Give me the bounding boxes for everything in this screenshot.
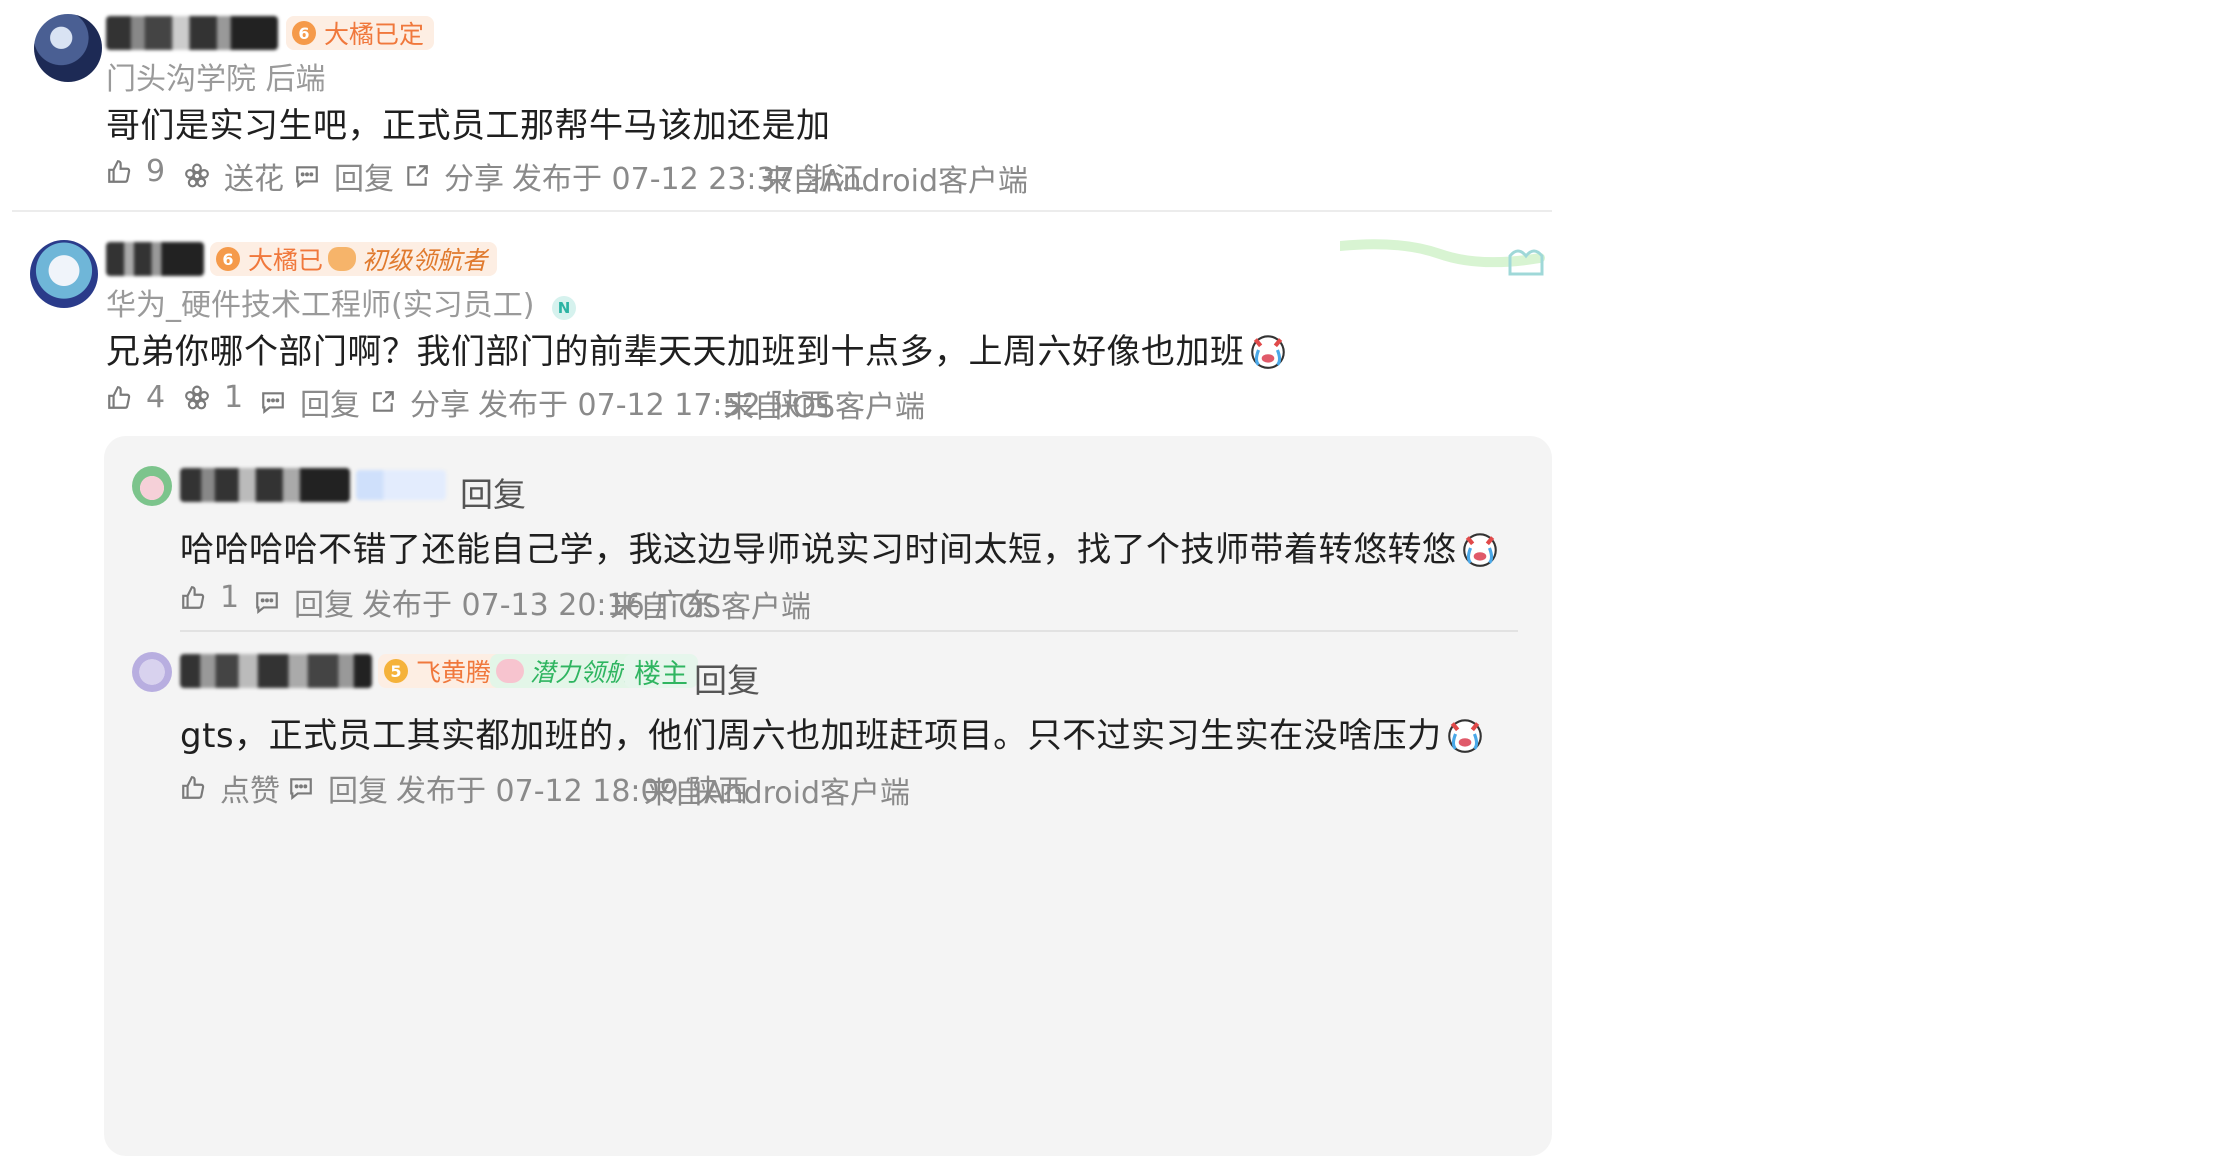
reply-label[interactable]: 回复 (460, 468, 526, 516)
client-source: 来自iOS客户端 (610, 590, 811, 625)
badge-label: 大橘已定 (324, 20, 425, 49)
level-number: 5 (384, 659, 408, 683)
cat-icon (328, 247, 356, 271)
reply-body: gts，正式员工其实都加班的，他们周六也加班赶项目。只不过实习生实在没啥压力 (180, 716, 1442, 756)
crying-emoji-icon (1250, 335, 1285, 369)
navigator-badge: 初级领航者 (322, 242, 498, 276)
user-subtitle: 华为_硬件技术工程师(实习员工) N (106, 280, 576, 324)
send-flower-button[interactable]: 送花 (184, 154, 284, 198)
level-badge: 6 大橘已定 (286, 16, 435, 50)
comment-icon (296, 166, 318, 189)
crying-emoji-icon (1447, 719, 1482, 753)
reply-label: 回复 (328, 774, 388, 809)
reply-label: 回复 (294, 588, 354, 623)
thumbs-up-icon (182, 585, 205, 609)
flower-count: 1 (224, 380, 244, 415)
username[interactable] (180, 468, 350, 502)
reply-label[interactable]: 回复 (694, 654, 760, 702)
badge2-label: 初级领航者 (362, 246, 488, 275)
comment-text: 兄弟你哪个部门啊？我们部门的前辈天天加班到十点多，上周六好像也加班 (106, 324, 1289, 373)
reply-button[interactable]: 回复 (294, 154, 394, 198)
username[interactable] (106, 242, 204, 276)
client-source: 来自Android客户端 (762, 164, 1028, 199)
share-icon (373, 391, 394, 412)
client-source: 来自iOS客户端 (724, 390, 925, 425)
pig-icon (496, 659, 524, 683)
client-source: 来自Android客户端 (644, 776, 910, 811)
level-number: 6 (292, 21, 316, 45)
level-number: 6 (216, 247, 240, 271)
like-button[interactable]: 1 (180, 580, 239, 615)
comment-icon (290, 778, 312, 801)
share-button[interactable]: 分享 (370, 380, 470, 424)
verified-icon: N (551, 296, 576, 320)
comment-body: 兄弟你哪个部门啊？我们部门的前辈天天加班到十点多，上周六好像也加班 (106, 332, 1245, 372)
comment-text: 哥们是实习生吧，正式员工那帮牛马该加还是加 (106, 106, 831, 146)
user-subtitle: 门头沟学院 后端 (106, 62, 326, 97)
comment-icon (262, 392, 284, 415)
avatar[interactable] (132, 652, 172, 692)
like-button[interactable]: 4 (106, 380, 165, 415)
user-badge (356, 470, 446, 500)
reply-divider (180, 630, 1518, 632)
owner-tag: 楼主 (624, 654, 698, 690)
like-label: 点赞 (220, 774, 280, 809)
share-label: 分享 (444, 162, 504, 197)
like-count: 9 (146, 154, 166, 189)
reply-text: 哈哈哈哈不错了还能自己学，我这边导师说实习时间太短，找了个技师带着转悠转悠 (180, 522, 1501, 571)
flower-label: 送花 (224, 162, 284, 197)
send-flower-button[interactable]: 1 (184, 380, 243, 415)
crying-emoji-icon (1462, 533, 1497, 567)
reply-text: gts，正式员工其实都加班的，他们周六也加班赶项目。只不过实习生实在没啥压力 (180, 708, 1486, 757)
reply-label: 回复 (300, 388, 360, 423)
avatar[interactable] (34, 14, 102, 82)
flower-icon (185, 163, 209, 188)
avatar[interactable] (30, 240, 98, 308)
share-icon (407, 165, 428, 186)
reply-body: 哈哈哈哈不错了还能自己学，我这边导师说实习时间太短，找了个技师带着转悠转悠 (180, 530, 1457, 570)
reply-button[interactable]: 回复 (260, 380, 360, 424)
username[interactable] (180, 654, 372, 688)
like-count: 1 (220, 580, 240, 615)
reply-label: 回复 (334, 162, 394, 197)
thumbs-up-icon (108, 159, 131, 183)
comment-divider (12, 210, 1552, 212)
reply-button[interactable]: 回复 (288, 766, 388, 810)
like-button[interactable]: 点赞 (180, 766, 280, 810)
username[interactable] (106, 16, 278, 50)
like-button[interactable]: 9 (106, 154, 165, 189)
share-button[interactable]: 分享 (404, 154, 504, 198)
flower-icon (185, 385, 209, 409)
reply-button[interactable]: 回复 (254, 580, 354, 624)
decorative-banner (1340, 239, 1545, 276)
avatar[interactable] (132, 466, 172, 506)
subtitle-text: 华为_硬件技术工程师(实习员工) (106, 288, 535, 323)
like-count: 4 (146, 380, 166, 415)
share-label: 分享 (410, 388, 470, 423)
thumbs-up-icon (182, 776, 205, 799)
thumbs-up-icon (108, 385, 131, 409)
comment-icon (256, 592, 278, 615)
